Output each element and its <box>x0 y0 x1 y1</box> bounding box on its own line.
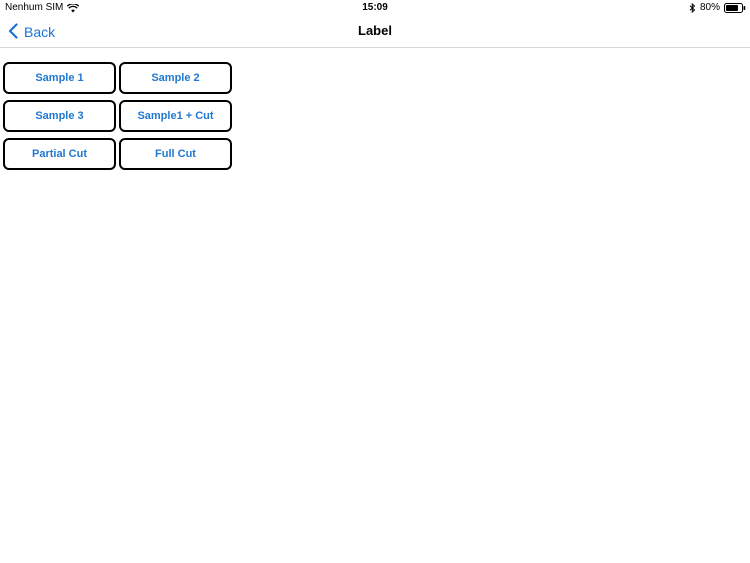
sample-2-button[interactable]: Sample 2 <box>119 62 232 94</box>
sample-1-button[interactable]: Sample 1 <box>3 62 116 94</box>
sample-button-grid: Sample 1 Sample 2 Sample 3 Sample1 + Cut… <box>3 62 232 170</box>
status-left: Nenhum SIM <box>5 0 80 16</box>
navigation-bar: Back Label <box>0 16 750 48</box>
bluetooth-icon <box>689 3 696 13</box>
partial-cut-button[interactable]: Partial Cut <box>3 138 116 170</box>
wifi-icon <box>67 3 80 13</box>
sample1-cut-button[interactable]: Sample1 + Cut <box>119 100 232 132</box>
page-title: Label <box>358 23 392 38</box>
back-button[interactable]: Back <box>8 21 55 43</box>
battery-icon <box>724 3 746 13</box>
battery-percent: 80% <box>699 2 720 13</box>
status-right: 80% <box>689 0 746 16</box>
carrier-label: Nenhum SIM <box>5 2 64 13</box>
battery-fill <box>726 5 738 11</box>
status-bar: Nenhum SIM 15:09 80% <box>0 0 750 16</box>
status-time: 15:09 <box>362 2 388 13</box>
back-button-label: Back <box>24 24 56 40</box>
chevron-left-icon <box>8 22 18 42</box>
full-cut-button[interactable]: Full Cut <box>119 138 232 170</box>
sample-3-button[interactable]: Sample 3 <box>3 100 116 132</box>
